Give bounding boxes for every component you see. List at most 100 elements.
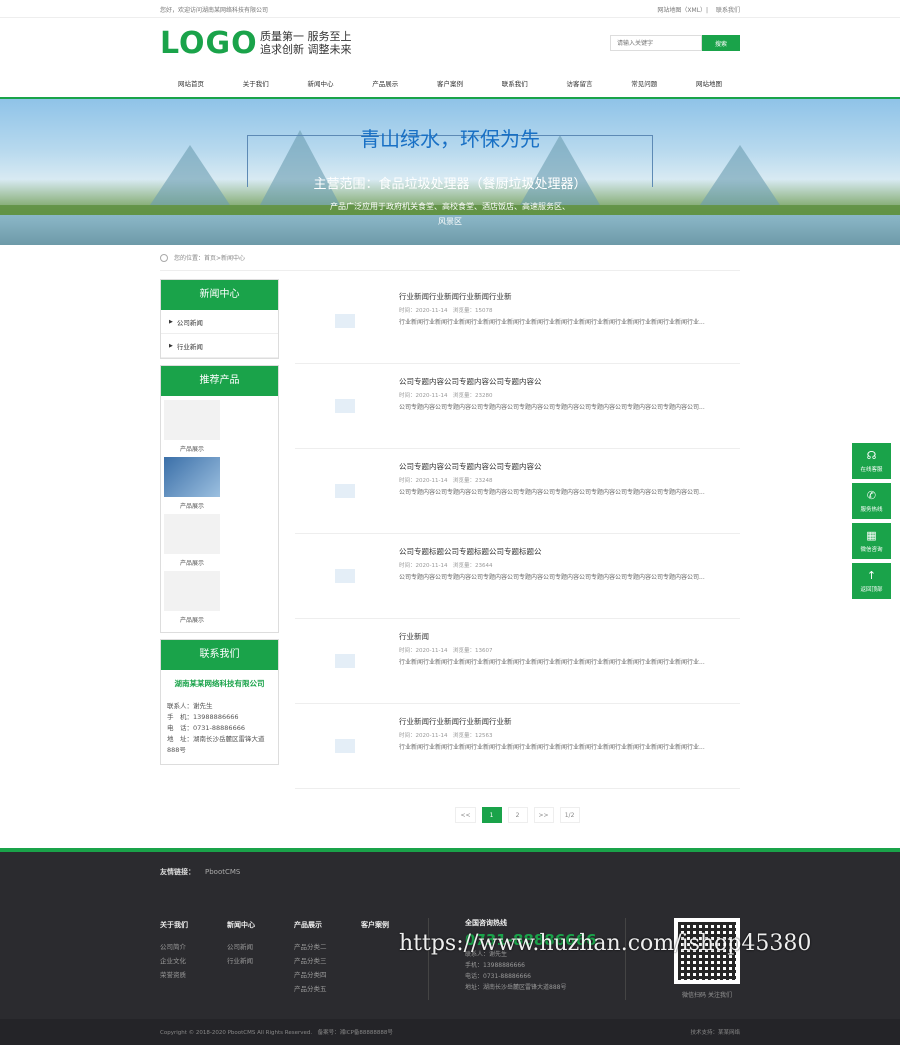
news-list: 行业新闻行业新闻行业新闻行业新 时间：2020-11-14 浏览量：15078 行业… [295, 279, 740, 823]
contact-link[interactable]: 联系我们 [716, 7, 740, 14]
footer-link[interactable]: 行业新闻 [227, 954, 294, 968]
list-item[interactable]: 行业新闻行业新闻行业新闻行业新 时间：2020-11-14 浏览量：12563 行业… [295, 704, 740, 789]
product-card[interactable]: 产品展示 [164, 400, 220, 453]
contact-title: 联系我们 [161, 640, 278, 670]
list-item[interactable]: 公司专题内容公司专题内容公司专题内容公 时间：2020-11-14 浏览量：232… [295, 364, 740, 449]
slogan: 质量第一 服务至上 追求创新 调整未来 [260, 30, 352, 56]
news-title[interactable]: 公司专题内容公司专题内容公司专题内容公 [399, 376, 740, 387]
prev-page-button[interactable]: << [455, 807, 476, 823]
footer-link[interactable]: 企业文化 [160, 954, 227, 968]
footer-col-news: 新闻中心 公司新闻 行业新闻 [227, 918, 294, 1000]
watermark-text: https://www.huzhan.com/ishop45380 [399, 931, 812, 956]
nav-sitemap[interactable]: 网站地图 [696, 78, 722, 88]
copyright: Copyright © 2018-2020 PbootCMS All Right… [160, 1030, 393, 1036]
footer-link[interactable]: 产品分类三 [294, 954, 361, 968]
next-page-button[interactable]: >> [533, 807, 554, 823]
news-title[interactable]: 行业新闻行业新闻行业新闻行业新 [399, 716, 740, 727]
floating-toolbar: ☊ 在线客服 ✆ 服务热线 ▦ 微信咨询 ↑ 返回顶部 [852, 443, 891, 603]
top-bar: 您好，欢迎访问湖南某网络科技有限公司 网站地图（XML）| 联系我们 [0, 0, 900, 18]
news-meta: 时间：2020-11-14 浏览量：23248 [399, 478, 493, 484]
footer-link[interactable]: 荣誉资质 [160, 968, 227, 982]
breadcrumb[interactable]: 您的位置：首页>新闻中心 [174, 253, 245, 262]
nav-contact[interactable]: 联系我们 [502, 78, 528, 88]
banner-desc: 产品广泛应用于政府机关食堂、高校食堂、酒店饭店、高速服务区、风景区 [330, 202, 570, 226]
back-to-top-button[interactable]: ↑ 返回顶部 [852, 563, 891, 599]
main-content: 新闻中心 ▶ 公司新闻 ▶ 行业新闻 推荐产品 产品展示 产品展示 产品展示 产品展… [160, 279, 740, 823]
news-thumbnail[interactable] [295, 291, 395, 351]
friend-links: 友情链接： PbootCMS [0, 852, 900, 892]
list-item[interactable]: 公司专题标题公司专题标题公司专题标题公时间：2020-11-14 浏览量：236… [295, 534, 740, 619]
news-title[interactable]: 行业新闻 [399, 631, 740, 642]
footer-col-title[interactable]: 产品展示 [294, 918, 361, 932]
breadcrumb-bar: 您的位置：首页>新闻中心 [0, 245, 900, 271]
nav-home[interactable]: 网站首页 [178, 78, 204, 88]
news-title[interactable]: 公司专题内容公司专题内容公司专题内容公 [399, 461, 740, 472]
tech-support[interactable]: 技术支持：某某网络 [690, 1028, 740, 1036]
image-placeholder-icon [335, 314, 355, 328]
location-pin-icon [160, 253, 168, 262]
product-card[interactable]: 产品展示 [164, 514, 220, 567]
news-title[interactable]: 公司专题标题公司专题标题公司专题标题公 [399, 546, 740, 557]
page-1-button[interactable]: 1 [481, 807, 502, 823]
footer-link[interactable]: 产品分类五 [294, 982, 361, 996]
sidebar-item-company-news[interactable]: ▶ 公司新闻 [161, 310, 278, 334]
online-service-button[interactable]: ☊ 在线客服 [852, 443, 891, 479]
news-thumbnail[interactable] [295, 546, 395, 606]
page-2-button[interactable]: 2 [507, 807, 528, 823]
footer-col-title[interactable]: 客户案例 [361, 918, 428, 932]
footer-col-title[interactable]: 新闻中心 [227, 918, 294, 932]
list-item[interactable]: 行业新闻 时间：2020-11-14 浏览量：13607 行业新闻行业新闻行业新闻行… [295, 619, 740, 704]
news-thumbnail[interactable] [295, 716, 395, 776]
product-card[interactable]: 产品展示 [164, 571, 220, 624]
friend-link[interactable]: PbootCMS [205, 868, 240, 876]
footer-col-title[interactable]: 关于我们 [160, 918, 227, 932]
sidebar-item-industry-news[interactable]: ▶ 行业新闻 [161, 334, 278, 358]
sitemap-link[interactable]: 网站地图（XML） [657, 7, 706, 14]
news-meta: 时间：2020-11-14 浏览量：23644 [399, 563, 493, 569]
search-box: 搜索 [610, 35, 740, 51]
news-meta: 时间：2020-11-14 浏览量：13607 [399, 648, 493, 654]
products-title: 推荐产品 [161, 366, 278, 396]
news-thumbnail[interactable] [295, 631, 395, 691]
nav-faq[interactable]: 常见问题 [631, 78, 657, 88]
news-thumbnail[interactable] [295, 461, 395, 521]
news-meta: 时间：2020-11-14 浏览量：15078 [399, 308, 493, 314]
nav-cases[interactable]: 客户案例 [437, 78, 463, 88]
nav-news[interactable]: 新闻中心 [308, 78, 334, 88]
qrcode-icon: ▦ [866, 529, 877, 542]
nav-products[interactable]: 产品展示 [372, 78, 398, 88]
footer-link[interactable]: 公司简介 [160, 940, 227, 954]
welcome-text: 您好，欢迎访问湖南某网络科技有限公司 [160, 6, 269, 14]
footer-contact-line: 地址：湖南长沙岳麓区雷锋大道888号 [465, 984, 567, 991]
nav-guestbook[interactable]: 访客留言 [567, 78, 593, 88]
product-label: 产品展示 [179, 446, 204, 453]
news-desc: 公司专题内容公司专题内容公司专题内容公司专题内容公司专题内容公司专题内容公司专题… [399, 574, 705, 581]
product-image [164, 400, 220, 440]
news-thumbnail[interactable] [295, 376, 395, 436]
sidebar-item-label: 行业新闻 [176, 342, 203, 351]
list-item[interactable]: 行业新闻行业新闻行业新闻行业新 时间：2020-11-14 浏览量：15078 行业… [295, 279, 740, 364]
logo[interactable]: LOGO [160, 26, 257, 61]
search-button[interactable]: 搜索 [702, 35, 740, 51]
float-label: 在线客服 [860, 467, 883, 473]
nav-about[interactable]: 关于我们 [243, 78, 269, 88]
list-item[interactable]: 公司专题内容公司专题内容公司专题内容公时间：2020-11-14 浏览量：232… [295, 449, 740, 534]
footer-link[interactable]: 产品分类二 [294, 940, 361, 954]
product-card[interactable]: 产品展示 [164, 457, 220, 510]
news-title[interactable]: 行业新闻行业新闻行业新闻行业新 [399, 291, 740, 302]
search-input[interactable] [610, 35, 702, 51]
footer-link[interactable]: 产品分类四 [294, 968, 361, 982]
wechat-button[interactable]: ▦ 微信咨询 [852, 523, 891, 559]
hotline-button[interactable]: ✆ 服务热线 [852, 483, 891, 519]
header: LOGO 质量第一 服务至上 追求创新 调整未来 搜索 [0, 18, 900, 68]
company-name: 湖南某某网络科技有限公司 [174, 679, 265, 688]
friend-links-label: 友情链接： [160, 868, 195, 876]
slogan-line-2: 追求创新 调整未来 [260, 43, 352, 56]
image-placeholder-icon [335, 484, 355, 498]
product-image [164, 514, 220, 554]
arrow-icon: ▶ [169, 342, 173, 349]
sidebar: 新闻中心 ▶ 公司新闻 ▶ 行业新闻 推荐产品 产品展示 产品展示 产品展示 产品展… [160, 279, 279, 823]
footer-contact-line: 电话：0731-88886666 [465, 973, 531, 980]
footer-link[interactable]: 公司新闻 [227, 940, 294, 954]
news-menu: 新闻中心 ▶ 公司新闻 ▶ 行业新闻 [160, 279, 279, 359]
